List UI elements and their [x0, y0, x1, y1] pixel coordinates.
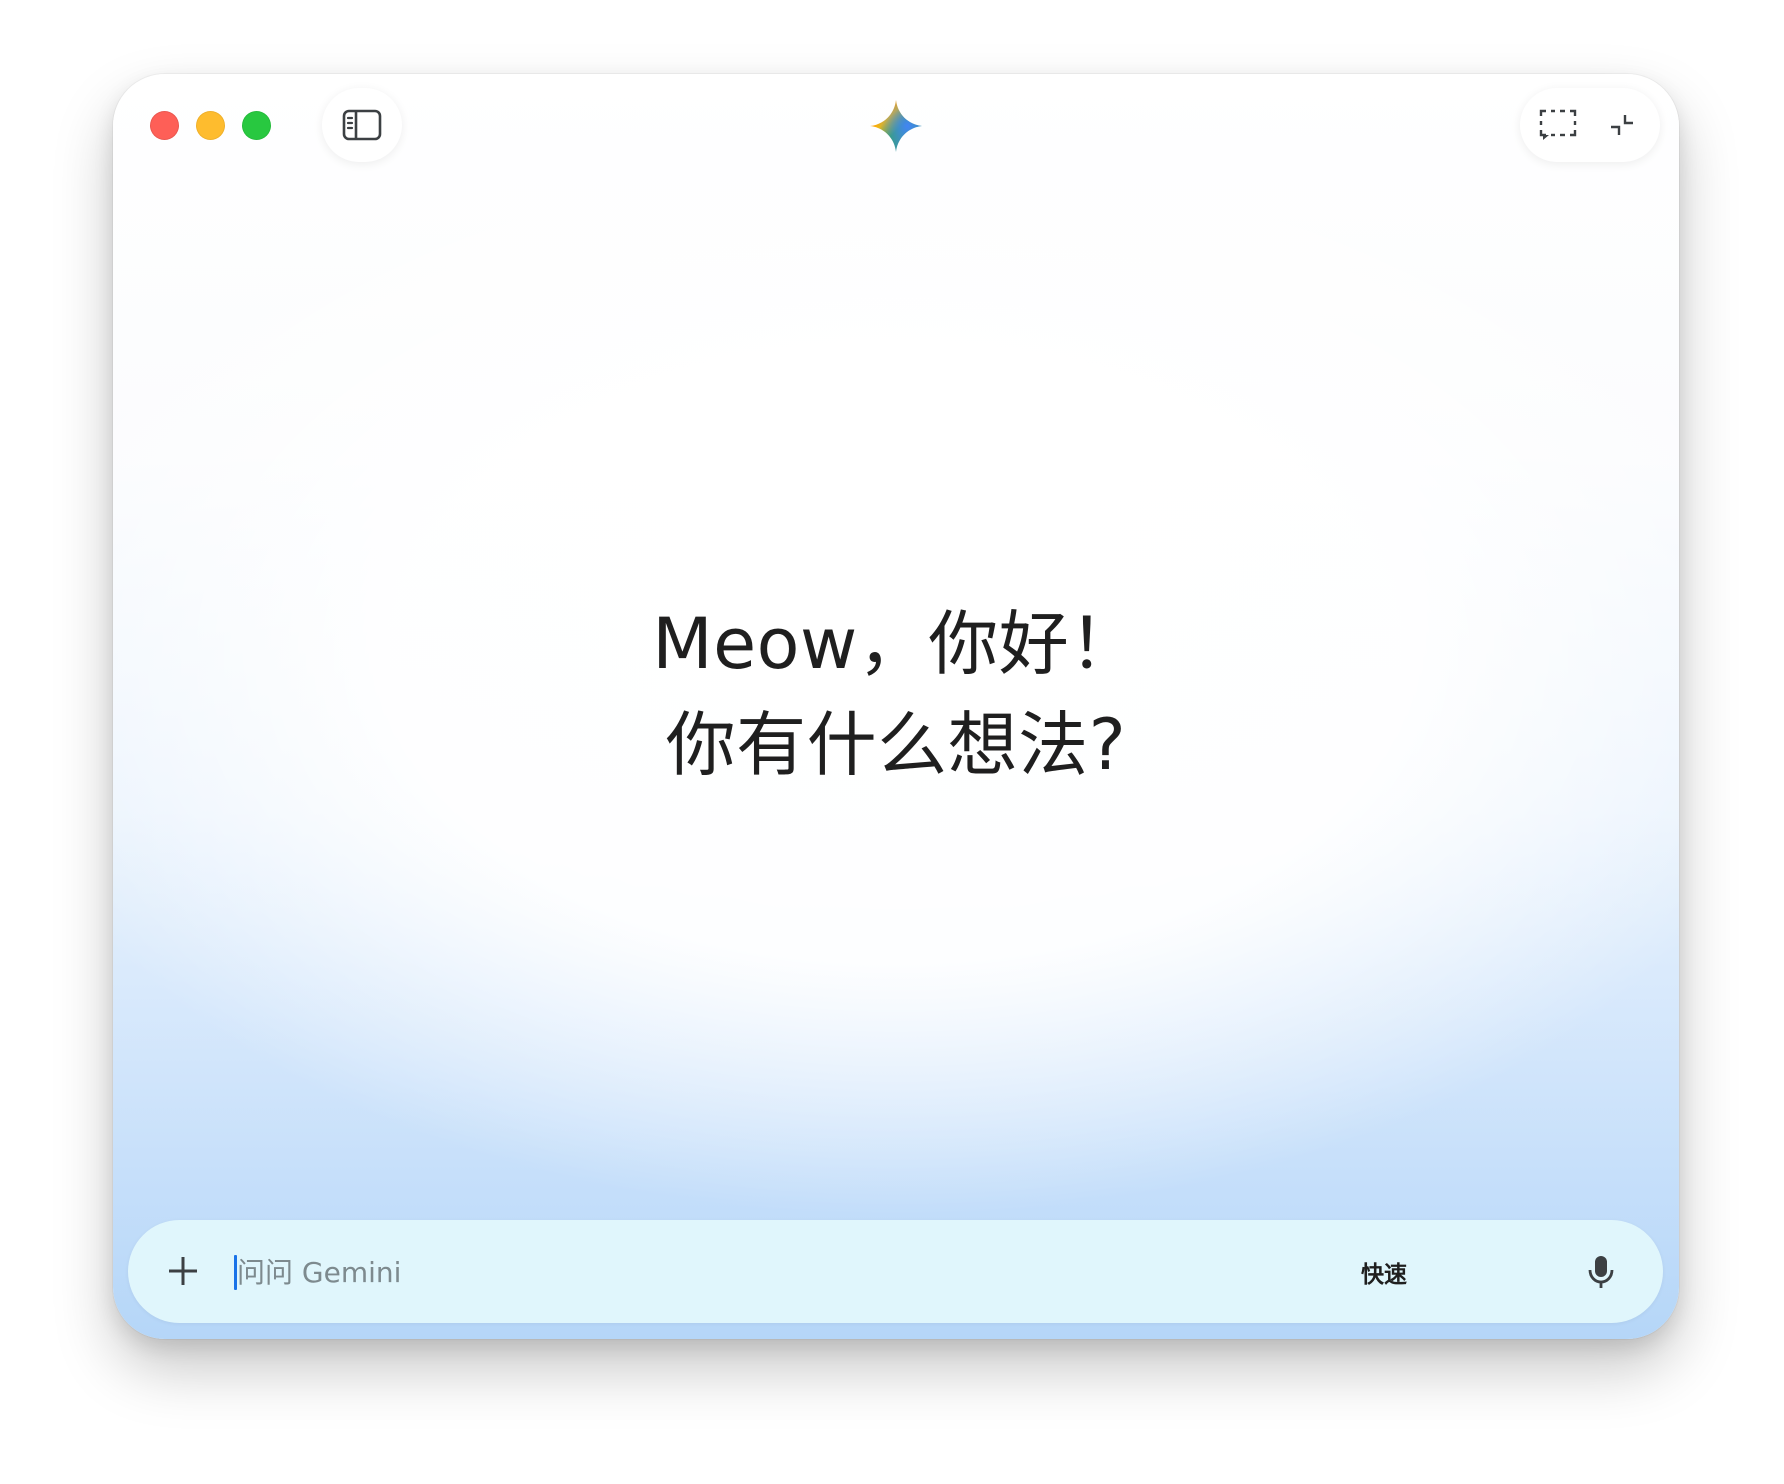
voice-input-button[interactable] — [1571, 1242, 1631, 1302]
close-window-button[interactable] — [150, 111, 179, 140]
microphone-icon — [1588, 1256, 1614, 1288]
greeting-line-1: Meow，你好！ — [652, 603, 1140, 685]
model-mode-button[interactable]: 快速 — [1349, 1248, 1419, 1296]
minimize-window-button[interactable] — [196, 111, 225, 140]
prompt-input[interactable] — [237, 1242, 1337, 1302]
collapse-icon — [1611, 115, 1633, 135]
gemini-window: Meow，你好！ 你有什么想法? 快速 — [113, 74, 1679, 1339]
screenshot-select-icon — [1539, 109, 1577, 140]
add-attachment-button[interactable] — [150, 1238, 216, 1304]
greeting-line-2: 你有什么想法? — [665, 704, 1127, 786]
plus-icon — [169, 1257, 197, 1285]
zoom-window-button[interactable] — [242, 111, 271, 140]
prompt-composer: 快速 — [128, 1220, 1663, 1323]
window-actions-group — [1520, 88, 1660, 162]
gemini-spark-icon — [870, 100, 922, 152]
greeting-heading: Meow，你好！ 你有什么想法? — [113, 594, 1679, 796]
collapse-window-button[interactable] — [1594, 97, 1650, 153]
toggle-sidebar-button[interactable] — [322, 88, 402, 162]
screenshot-button[interactable] — [1530, 97, 1586, 153]
sidebar-icon — [342, 109, 382, 141]
